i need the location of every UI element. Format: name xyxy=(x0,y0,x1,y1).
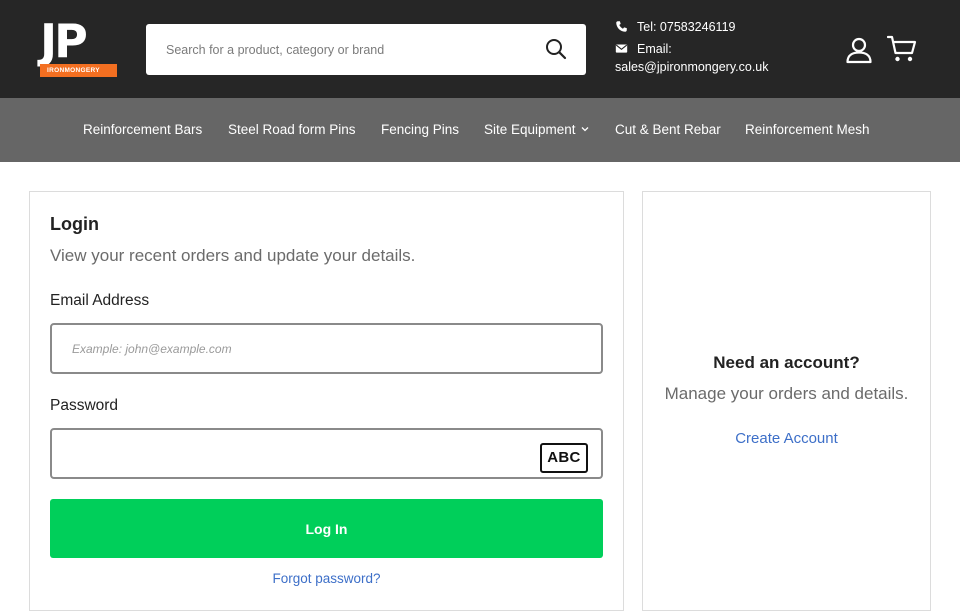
password-autofill-badge[interactable]: ABC xyxy=(540,443,588,473)
forgot-password-link[interactable]: Forgot password? xyxy=(30,571,623,586)
email-field[interactable] xyxy=(50,323,603,374)
nav-item-site-equipment[interactable]: Site Equipment xyxy=(484,98,589,162)
login-title: Login xyxy=(50,214,99,234)
contact-info: Tel: 07583246119 Email: sales@jpironmong… xyxy=(615,18,815,76)
chevron-down-icon xyxy=(581,127,589,132)
create-account-card: Need an account? Manage your orders and … xyxy=(642,191,931,611)
login-subtitle: View your recent orders and update your … xyxy=(50,246,416,265)
logo-subtitle: IRONMONGERY xyxy=(40,64,117,77)
login-button[interactable]: Log In xyxy=(50,499,603,558)
nav-item-reinforcement-bars[interactable]: Reinforcement Bars xyxy=(83,98,202,162)
nav-item-fencing-pins[interactable]: Fencing Pins xyxy=(381,98,459,162)
create-account-title: Need an account? xyxy=(713,353,860,372)
contact-email-label: Email: xyxy=(637,42,672,56)
search-input[interactable] xyxy=(146,24,536,75)
password-field[interactable] xyxy=(50,428,603,479)
email-label: Email Address xyxy=(50,292,150,309)
site-header: JP IRONMONGERY Tel: 07583246119 Email: s… xyxy=(0,0,960,98)
contact-phone-text: Tel: 07583246119 xyxy=(637,20,736,34)
create-account-subtitle: Manage your orders and details. xyxy=(664,384,909,403)
password-label: Password xyxy=(50,397,119,414)
nav-item-steel-road-form-pins[interactable]: Steel Road form Pins xyxy=(228,98,356,162)
logo-letters: JP xyxy=(40,14,88,68)
contact-email[interactable]: Email: sales@jpironmongery.co.uk xyxy=(615,40,815,76)
site-logo[interactable]: JP IRONMONGERY xyxy=(40,14,117,78)
envelope-icon xyxy=(615,44,628,53)
login-card: Login View your recent orders and update… xyxy=(29,191,624,611)
cart-icon[interactable] xyxy=(887,35,917,63)
nav-item-site-equipment-label: Site Equipment xyxy=(484,122,576,137)
phone-icon xyxy=(616,21,627,32)
search-icon[interactable] xyxy=(544,37,568,61)
search-bar xyxy=(146,24,586,75)
nav-item-cut-bent-rebar[interactable]: Cut & Bent Rebar xyxy=(615,98,721,162)
main-nav: Reinforcement Bars Steel Road form Pins … xyxy=(0,98,960,162)
create-account-link[interactable]: Create Account xyxy=(643,430,930,447)
contact-phone[interactable]: Tel: 07583246119 xyxy=(615,18,815,36)
contact-email-value: sales@jpironmongery.co.uk xyxy=(615,60,769,74)
account-icon[interactable] xyxy=(845,36,873,64)
nav-item-reinforcement-mesh[interactable]: Reinforcement Mesh xyxy=(745,98,870,162)
